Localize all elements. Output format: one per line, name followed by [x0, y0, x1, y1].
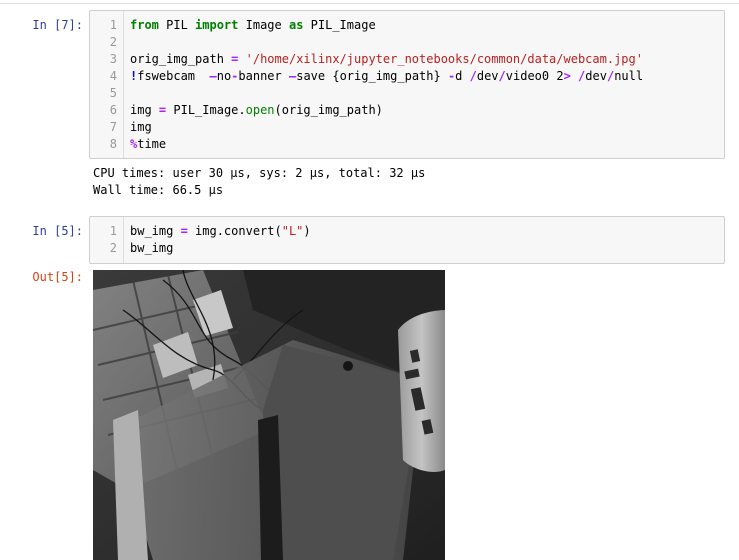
code-token: — — [209, 69, 217, 83]
code-token: d — [455, 69, 470, 83]
code-token: Image — [238, 18, 289, 32]
code-text: img = PIL_Image.open(orig_img_path) — [130, 102, 383, 119]
line-number: 1 — [109, 224, 117, 238]
code-token: video0 2 — [505, 69, 564, 83]
code-line[interactable]: 6 img = PIL_Image.open(orig_img_path) — [90, 102, 720, 119]
top-divider — [0, 3, 739, 4]
code-token: orig_img_path — [130, 52, 232, 66]
code-token: '/home/xilinx/jupyter_notebooks/common/d… — [245, 52, 643, 66]
code-text: bw_img — [130, 240, 173, 257]
code-token: (orig_img_path) — [274, 103, 383, 117]
code-token: PIL_Image — [303, 18, 376, 32]
code-token: "L" — [281, 224, 304, 238]
code-token: dev — [476, 69, 499, 83]
code-token: save {orig_img_path} — [296, 69, 448, 83]
cell-1-in-prompt: In [7]: — [32, 18, 83, 32]
code-token: PIL — [158, 18, 196, 32]
code-token: img — [130, 103, 159, 117]
code-text: from PIL import Image as PIL_Image — [130, 17, 376, 34]
code-token: = — [180, 224, 188, 238]
code-token: PIL_Image. — [166, 103, 246, 117]
code-token: bw_img — [130, 241, 174, 255]
code-token: banner — [238, 69, 289, 83]
line-number: 5 — [109, 86, 117, 100]
code-token: / — [469, 69, 477, 83]
code-line[interactable]: 2 — [90, 34, 720, 51]
code-line[interactable]: 1 from PIL import Image as PIL_Image — [90, 17, 720, 34]
cell-2-out-prompt: Out[5]: — [32, 270, 83, 284]
cell-1-stdout-line: Wall time: 66.5 µs — [93, 183, 224, 197]
cell-1-stdout-line: CPU times: user 30 µs, sys: 2 µs, total:… — [93, 166, 426, 180]
code-line[interactable]: 1 bw_img = img.convert("L") — [90, 223, 720, 240]
cell-2-in-prompt: In [5]: — [32, 224, 83, 238]
code-text: img — [130, 119, 152, 136]
line-number: 3 — [109, 52, 117, 66]
code-token: bw_img — [130, 224, 181, 238]
code-token: open — [245, 103, 275, 117]
code-line[interactable]: 3 orig_img_path = '/home/xilinx/jupyter_n… — [90, 51, 720, 68]
line-number: 2 — [109, 241, 117, 255]
code-text: orig_img_path = '/home/xilinx/jupyter_no… — [130, 51, 643, 68]
code-token: img.convert( — [187, 224, 282, 238]
line-number: 2 — [109, 35, 117, 49]
code-token: ) — [303, 224, 311, 238]
code-text: bw_img = img.convert("L") — [130, 223, 311, 240]
code-line[interactable]: 7 img — [90, 119, 720, 136]
line-number: 4 — [109, 69, 117, 83]
code-text: %time — [130, 136, 166, 153]
code-text: !fswebcam —no-banner —save {orig_img_pat… — [130, 68, 643, 85]
code-token: img — [130, 120, 152, 134]
line-number: 6 — [109, 103, 117, 117]
code-line[interactable]: 2 bw_img — [90, 240, 720, 257]
code-token: no — [216, 69, 232, 83]
code-token: dev — [585, 69, 607, 83]
code-token: as — [288, 18, 304, 32]
code-token: time — [137, 137, 167, 151]
code-token: / — [498, 69, 506, 83]
cell-1-code-editor[interactable]: 1 from PIL import Image as PIL_Image 2 3 ori… — [89, 10, 725, 159]
line-number: 7 — [109, 120, 117, 134]
code-token: null — [614, 69, 644, 83]
code-token: from — [130, 18, 159, 32]
line-number: 8 — [109, 137, 117, 151]
code-line[interactable]: 8 %time — [90, 136, 720, 153]
grayscale-webcam-image — [93, 270, 445, 560]
code-line[interactable]: 5 — [90, 85, 720, 102]
code-token: fswebcam — [137, 69, 210, 83]
code-line[interactable]: 4 !fswebcam —no-banner —save {orig_img_pa… — [90, 68, 720, 85]
code-token: import — [195, 18, 239, 32]
cell-2-code-editor[interactable]: 1 bw_img = img.convert("L") 2 bw_img — [89, 216, 725, 264]
code-token: > — [563, 69, 571, 83]
line-number: 1 — [109, 18, 117, 32]
